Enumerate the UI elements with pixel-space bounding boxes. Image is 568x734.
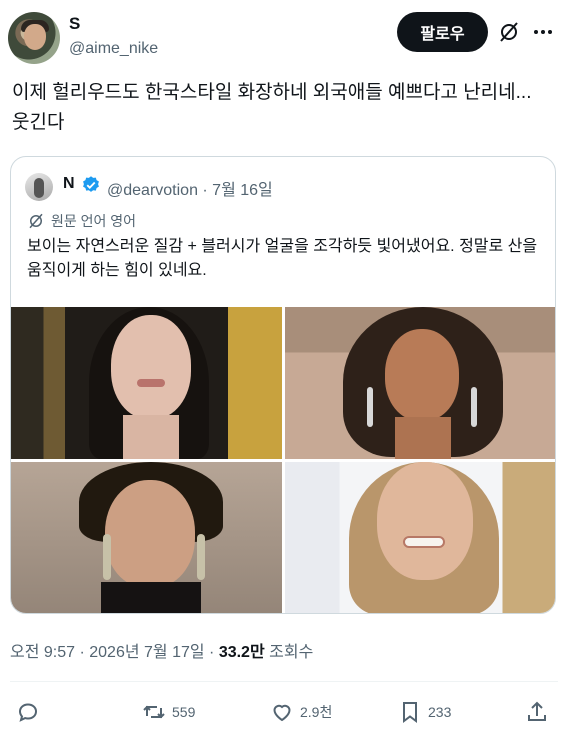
photo-4[interactable] xyxy=(285,462,555,613)
like-count: 2.9천 xyxy=(300,704,333,720)
translated-note[interactable]: 원문 언어 영어 xyxy=(27,211,136,231)
retweet-icon xyxy=(143,705,165,719)
retweet-count: 559 xyxy=(172,704,196,720)
translated-label: 원문 언어 영어 xyxy=(51,213,137,229)
bookmark-count: 233 xyxy=(428,704,452,720)
tweet-header: S @aime_nike 팔로우 xyxy=(8,10,560,66)
share-icon xyxy=(528,701,546,721)
photo-2[interactable] xyxy=(285,307,555,459)
quoted-tweet-text: 보이는 자연스러운 질감 + 블러시가 얼굴을 조각하듯 빛어냈어요. 정말로 … xyxy=(27,238,538,279)
bookmark-button[interactable]: 233 xyxy=(398,700,451,724)
translate-icon xyxy=(29,213,43,229)
follow-button[interactable]: 팔로우 xyxy=(397,12,488,52)
author-handle[interactable]: @aime_nike xyxy=(69,40,158,58)
reply-button[interactable] xyxy=(16,700,46,724)
more-dots-icon[interactable] xyxy=(531,20,555,44)
like-button[interactable]: 2.9천 xyxy=(270,700,332,724)
grok-icon[interactable] xyxy=(497,20,521,44)
divider xyxy=(10,681,558,682)
photo-grid xyxy=(11,307,555,613)
heart-icon xyxy=(273,704,291,722)
photo-1[interactable] xyxy=(11,307,282,459)
tweet-text: 이제 헐리우드도 한국스타일 화장하네 외국애들 예쁘다고 난리네... 웃긴다 xyxy=(12,82,532,133)
tweet-meta: 오전 9:57 · 2026년 7월 17일 · 33.2만 조회수 xyxy=(10,638,313,662)
photo-3[interactable] xyxy=(11,462,282,613)
bookmark-icon xyxy=(403,702,417,723)
author-display-name[interactable]: S xyxy=(69,14,80,34)
quoted-handle-date: @dearvotion · 7월 16일 xyxy=(107,182,273,199)
author-avatar[interactable] xyxy=(8,12,60,64)
share-button[interactable] xyxy=(525,700,549,724)
retweet-button[interactable]: 559 xyxy=(142,700,195,724)
reply-icon xyxy=(18,703,38,722)
timestamp[interactable]: 오전 9:57 · 2026년 7월 17일 · xyxy=(10,644,219,661)
quoted-tweet[interactable]: N @dearvotion · 7월 16일 원문 언어 영어 보이는 자연스러… xyxy=(10,156,556,614)
quoted-author-avatar xyxy=(25,173,53,201)
action-bar: 559 2.9천 233 xyxy=(0,694,568,730)
verified-badge-icon xyxy=(83,176,99,192)
quoted-author-name: N xyxy=(63,175,75,192)
views-count: 33.2만 xyxy=(218,644,265,661)
views-label: 조회수 xyxy=(264,644,314,661)
